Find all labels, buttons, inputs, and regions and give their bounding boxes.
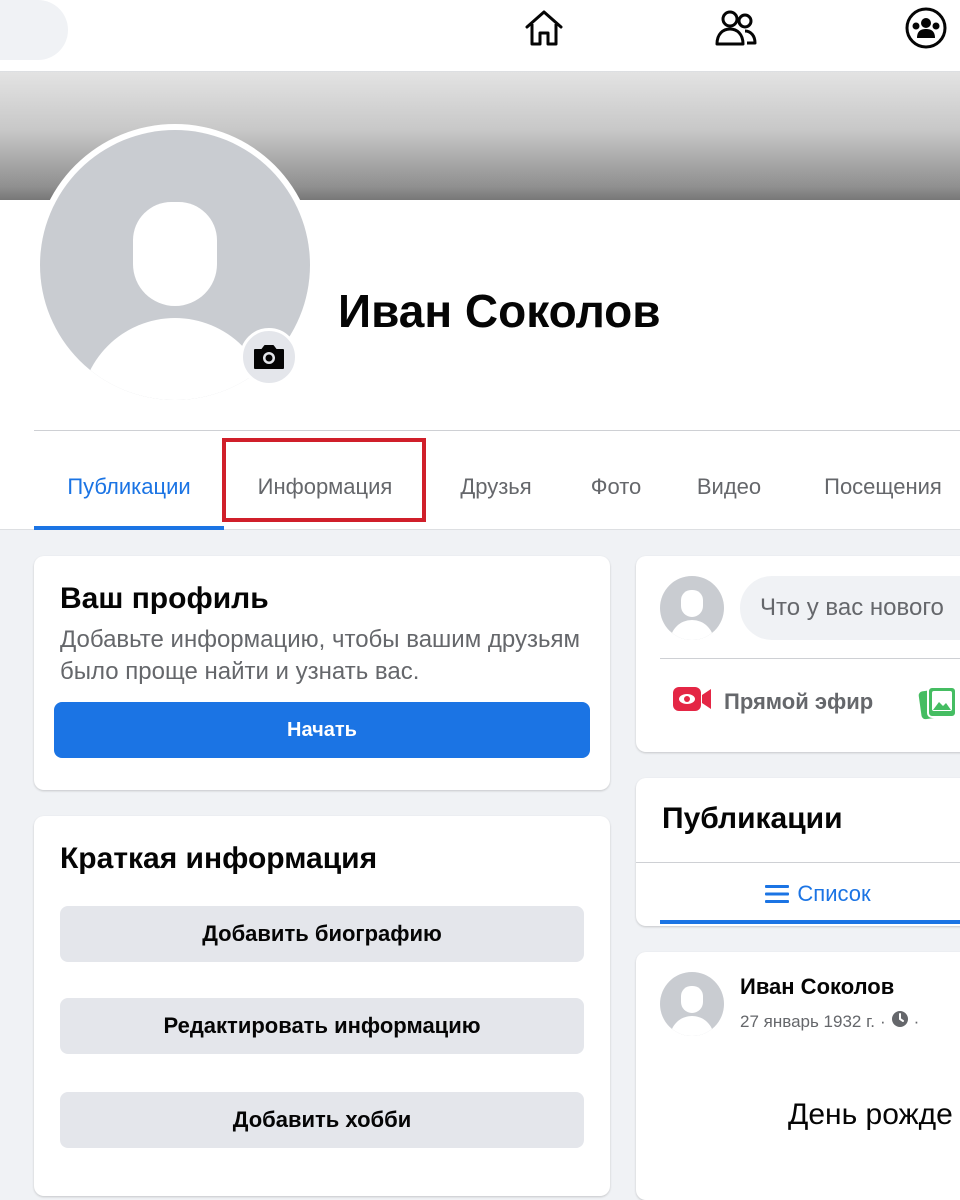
live-video-icon	[672, 684, 712, 720]
your-profile-title: Ваш профиль	[60, 582, 269, 615]
friends-icon[interactable]	[712, 4, 760, 52]
add-hobbies-button[interactable]: Добавить хобби	[60, 1092, 584, 1148]
clock-icon	[891, 1010, 909, 1033]
live-video-label: Прямой эфир	[724, 689, 874, 714]
intro-title: Краткая информация	[60, 842, 378, 875]
add-bio-button[interactable]: Добавить биографию	[60, 906, 584, 962]
separator-dot: ·	[879, 1011, 886, 1031]
posts-title: Публикации	[662, 802, 843, 835]
tab-video[interactable]: Видео	[684, 444, 774, 530]
your-profile-card: Ваш профиль Добавьте информацию, чтобы в…	[34, 556, 610, 790]
photo-icon	[918, 684, 958, 728]
list-view-tab[interactable]: Список	[660, 864, 960, 924]
your-profile-text: Добавьте информацию, чтобы вашим друзьям…	[60, 626, 580, 685]
posts-header-card: Публикации Список	[636, 778, 960, 926]
edit-details-button[interactable]: Редактировать информацию	[60, 998, 584, 1054]
post-date[interactable]: 27 январь 1932 г.	[740, 1012, 875, 1032]
divider	[636, 862, 960, 863]
photo-video-button[interactable]	[918, 684, 958, 728]
post-body-text: День рожде	[788, 1098, 953, 1131]
list-icon	[765, 884, 790, 904]
search-bar[interactable]	[0, 0, 68, 60]
divider	[660, 658, 960, 659]
post-card: Иван Соколов 27 январь 1932 г. · · День …	[636, 952, 960, 1200]
composer-input[interactable]: Что у вас нового	[740, 576, 960, 640]
profile-header: Иван Соколов Публикации Информация Друзь…	[0, 72, 960, 530]
post-author-avatar[interactable]	[660, 972, 724, 1036]
tab-information[interactable]: Информация	[224, 444, 426, 530]
tab-photos[interactable]: Фото	[572, 444, 660, 530]
post-author-name[interactable]: Иван Соколов	[740, 974, 894, 1000]
list-view-label: Список	[797, 881, 871, 906]
start-button[interactable]: Начать	[54, 702, 590, 758]
divider	[34, 430, 960, 431]
tab-friends[interactable]: Друзья	[436, 444, 556, 530]
profile-name: Иван Соколов	[338, 285, 661, 337]
groups-icon[interactable]	[902, 4, 950, 52]
composer-avatar[interactable]	[660, 576, 724, 640]
profile-tabs: Публикации Информация Друзья Фото Видео …	[34, 444, 960, 530]
top-nav-bar	[0, 0, 960, 72]
post-composer-card: Что у вас нового Прямой эфир	[636, 556, 960, 752]
post-meta: 27 январь 1932 г. · ·	[740, 1010, 924, 1033]
camera-icon[interactable]	[240, 328, 298, 386]
home-icon[interactable]	[520, 4, 568, 52]
intro-card: Краткая информация Добавить биографию Ре…	[34, 816, 610, 1196]
live-video-button[interactable]: Прямой эфир	[672, 684, 873, 720]
tab-visits[interactable]: Посещения	[806, 444, 960, 530]
separator-dot: ·	[913, 1011, 920, 1031]
tab-publications[interactable]: Публикации	[34, 444, 224, 530]
